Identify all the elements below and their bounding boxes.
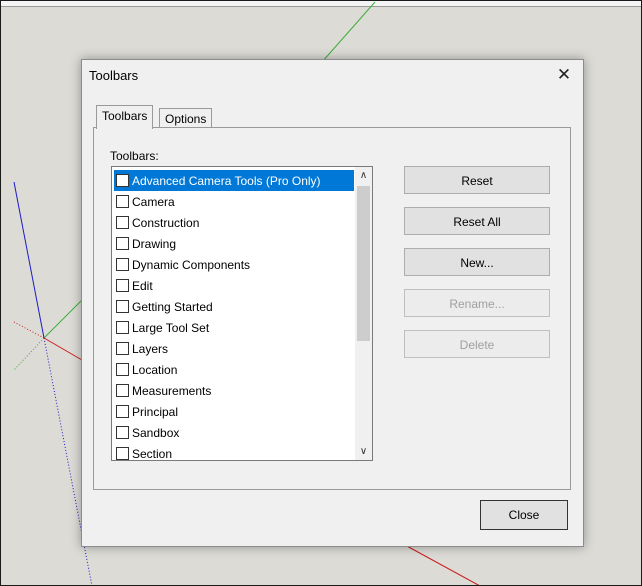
list-item-label: Measurements: [132, 383, 212, 398]
list-item-label: Principal: [132, 404, 179, 419]
list-item-label: Camera: [132, 194, 175, 209]
list-item[interactable]: Large Tool Set: [114, 317, 354, 338]
list-item-label: Location: [132, 362, 178, 377]
new-button[interactable]: New...: [404, 248, 550, 276]
checkbox[interactable]: [116, 279, 129, 292]
checkbox[interactable]: [116, 426, 129, 439]
list-item[interactable]: Advanced Camera Tools (Pro Only): [114, 170, 354, 191]
list-item[interactable]: Getting Started: [114, 296, 354, 317]
tab-toolbars[interactable]: Toolbars: [96, 105, 154, 129]
scroll-up-icon[interactable]: ∧: [355, 167, 372, 184]
toolbars-list-items: Advanced Camera Tools (Pro Only) Camera …: [114, 170, 354, 461]
tab-panel-toolbars: Toolbars: Advanced Camera Tools (Pro Onl…: [93, 127, 571, 490]
checkbox[interactable]: [116, 405, 129, 418]
tab-options[interactable]: Options: [159, 108, 213, 129]
delete-button[interactable]: Delete: [404, 330, 550, 358]
checkbox[interactable]: [116, 195, 129, 208]
list-item[interactable]: Dynamic Components: [114, 254, 354, 275]
toolbars-listbox[interactable]: Advanced Camera Tools (Pro Only) Camera …: [111, 166, 373, 461]
checkbox[interactable]: [116, 342, 129, 355]
list-item[interactable]: Camera: [114, 191, 354, 212]
list-item[interactable]: Principal: [114, 401, 354, 422]
scroll-down-icon[interactable]: ∨: [355, 443, 372, 460]
toolbars-dialog: Toolbars ✕ Toolbars Options Toolbars: Ad…: [81, 59, 584, 547]
list-item[interactable]: Drawing: [114, 233, 354, 254]
checkbox[interactable]: [116, 216, 129, 229]
checkbox[interactable]: [116, 300, 129, 313]
reset-all-button[interactable]: Reset All: [404, 207, 550, 235]
list-item-label: Layers: [132, 341, 169, 356]
list-item[interactable]: Layers: [114, 338, 354, 359]
close-button[interactable]: Close: [480, 500, 568, 530]
list-item-label: Dynamic Components: [132, 257, 251, 272]
list-item[interactable]: Section: [114, 443, 354, 461]
checkbox[interactable]: [116, 363, 129, 376]
checkbox[interactable]: [116, 174, 129, 187]
scroll-thumb[interactable]: [357, 186, 370, 341]
checkbox[interactable]: [116, 447, 129, 460]
list-item[interactable]: Sandbox: [114, 422, 354, 443]
toolbars-list-label: Toolbars:: [110, 149, 159, 163]
list-item-label: Section: [132, 446, 173, 461]
list-item-label: Edit: [132, 278, 153, 293]
checkbox[interactable]: [116, 384, 129, 397]
list-item-label: Sandbox: [132, 425, 180, 440]
list-item-label: Drawing: [132, 236, 177, 251]
list-item-label: Large Tool Set: [132, 320, 210, 335]
list-item[interactable]: Edit: [114, 275, 354, 296]
list-item-label: Getting Started: [132, 299, 213, 314]
list-item[interactable]: Measurements: [114, 380, 354, 401]
checkbox[interactable]: [116, 237, 129, 250]
list-item-label: Advanced Camera Tools (Pro Only): [132, 173, 321, 188]
dialog-title: Toolbars: [89, 68, 139, 83]
list-item[interactable]: Location: [114, 359, 354, 380]
list-item[interactable]: Construction: [114, 212, 354, 233]
rename-button[interactable]: Rename...: [404, 289, 550, 317]
reset-button[interactable]: Reset: [404, 166, 550, 194]
checkbox[interactable]: [116, 321, 129, 334]
list-item-label: Construction: [132, 215, 200, 230]
vertical-scrollbar[interactable]: ∧ ∨: [355, 167, 372, 460]
close-icon[interactable]: ✕: [553, 64, 575, 86]
checkbox[interactable]: [116, 258, 129, 271]
